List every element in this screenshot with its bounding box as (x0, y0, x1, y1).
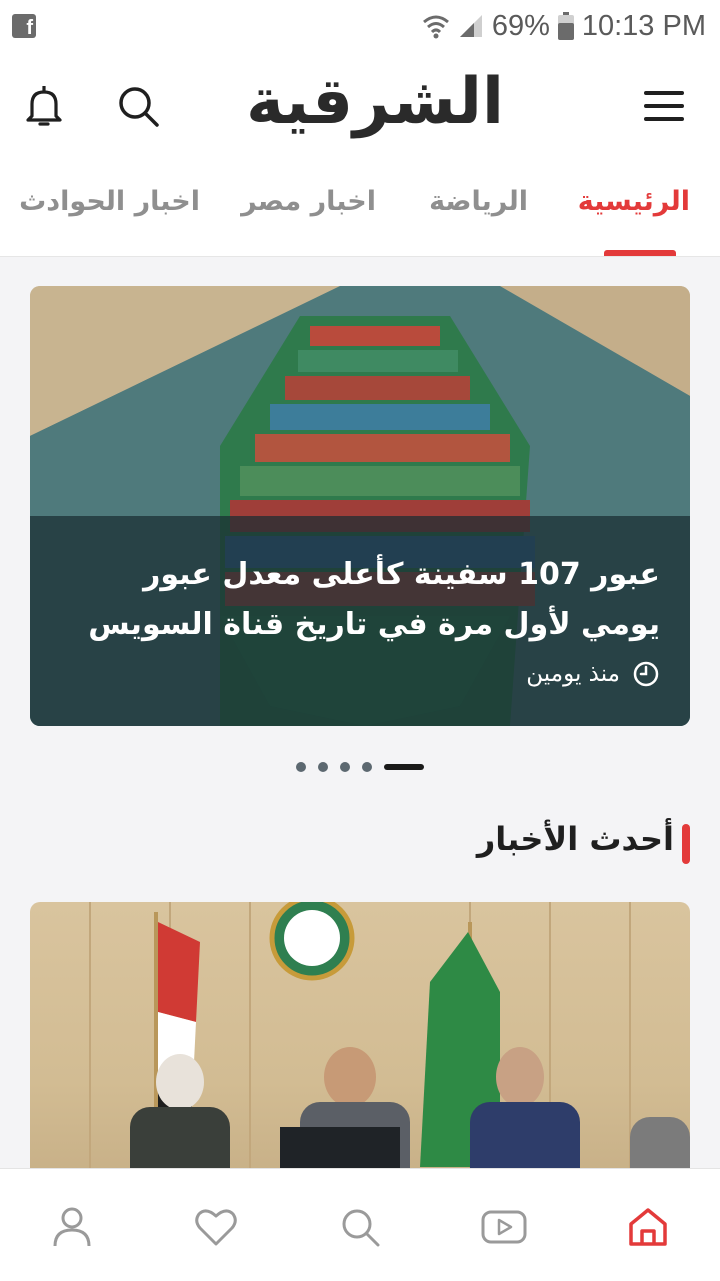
notifications-button[interactable] (20, 82, 68, 130)
nav-video[interactable] (480, 1203, 528, 1251)
latest-news-heading: أحدث الأخبار (476, 820, 674, 858)
carousel-dot[interactable] (362, 762, 372, 772)
carousel-dot[interactable] (318, 762, 328, 772)
hero-time-text: منذ يومين (526, 661, 620, 687)
tab-sports[interactable]: الرياضة (429, 186, 528, 217)
status-bar: f 69% 10:13 PM (0, 0, 720, 52)
hero-headline[interactable]: عبور 107 سفينة كأعلى معدل عبور يومي لأول… (60, 550, 660, 650)
tab-egypt-news[interactable]: اخبار مصر (241, 186, 376, 217)
nav-profile[interactable] (48, 1203, 96, 1251)
search-button[interactable] (114, 82, 162, 130)
category-tabs: الرئيسية الرياضة اخبار مصر اخبار الحوادث (0, 160, 720, 257)
carousel-dot[interactable] (340, 762, 350, 772)
profile-icon (53, 1207, 91, 1247)
carousel-dot-active[interactable] (384, 764, 424, 770)
search-icon (119, 87, 159, 127)
nav-home[interactable] (624, 1203, 672, 1251)
app-logo[interactable]: الشرقية (240, 62, 510, 142)
wifi-icon (422, 15, 449, 39)
facebook-notification-icon: f (12, 14, 36, 39)
section-accent-bar (682, 824, 690, 864)
clock-icon (633, 661, 659, 687)
bottom-navigation (0, 1168, 720, 1281)
menu-button[interactable] (640, 82, 688, 130)
nav-search[interactable] (336, 1203, 384, 1251)
bell-icon (26, 86, 62, 126)
carousel-dot[interactable] (296, 762, 306, 772)
nav-favorites[interactable] (192, 1203, 240, 1251)
heart-icon (195, 1209, 237, 1246)
tab-home[interactable]: الرئيسية (578, 186, 690, 217)
home-icon (629, 1208, 667, 1246)
news-card-image (89, 902, 690, 1202)
news-card[interactable] (30, 902, 690, 1202)
clock: 10:13 PM (581, 9, 706, 42)
video-icon (481, 1210, 527, 1244)
featured-news-card[interactable]: عبور 107 سفينة كأعلى معدل عبور يومي لأول… (30, 286, 690, 726)
battery-icon (557, 12, 574, 40)
active-tab-indicator (604, 250, 676, 256)
carousel-indicator (296, 762, 424, 772)
tab-accidents-news[interactable]: اخبار الحوادث (19, 186, 200, 217)
status-indicators: 69% 10:13 PM (422, 8, 706, 44)
hero-timestamp: منذ يومين (526, 660, 660, 688)
signal-icon (459, 15, 482, 37)
app-header: الشرقية (0, 52, 720, 160)
search-icon (342, 1209, 380, 1247)
battery-percent: 69% (491, 9, 550, 42)
menu-icon (644, 91, 684, 121)
